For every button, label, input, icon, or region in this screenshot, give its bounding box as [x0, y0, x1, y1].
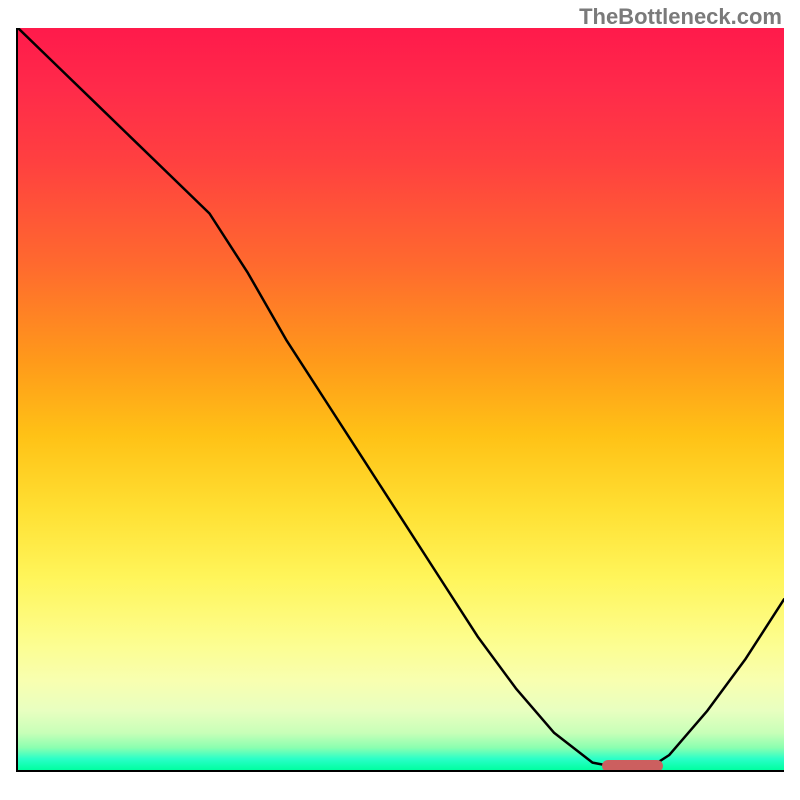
- chart-plot-area: [16, 28, 784, 772]
- optimal-range-marker: [602, 760, 663, 772]
- chart-curve: [18, 28, 784, 770]
- watermark-text: TheBottleneck.com: [579, 4, 782, 30]
